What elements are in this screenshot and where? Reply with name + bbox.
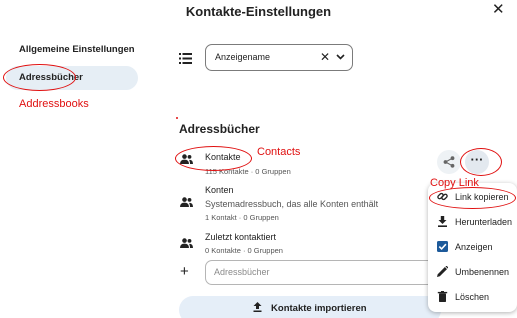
- annotation-contacts: Contacts: [257, 146, 301, 158]
- menu-label: Löschen: [455, 292, 490, 302]
- dialog-title: Kontakte-Einstellungen: [185, 4, 332, 19]
- sort-select-value: Anzeigename: [215, 52, 271, 62]
- annotation-ring-addressbooks: [3, 64, 76, 91]
- import-contacts-button[interactable]: Kontakte importieren: [179, 296, 441, 318]
- checkbox-checked-icon: [437, 241, 448, 252]
- close-icon[interactable]: ✕: [492, 2, 505, 18]
- sort-select[interactable]: Anzeigename ✕: [205, 44, 353, 71]
- download-icon: [438, 216, 447, 227]
- menu-item-rename[interactable]: Umbenennen: [428, 260, 517, 284]
- group-icon: [180, 238, 193, 248]
- new-addressbook-input[interactable]: Adressbücher: [205, 260, 437, 285]
- share-button[interactable]: [437, 150, 461, 174]
- annotation-ring-copy-link: [429, 187, 516, 209]
- plus-icon[interactable]: +: [180, 263, 189, 280]
- clear-icon[interactable]: ✕: [320, 45, 330, 70]
- share-icon: [443, 156, 455, 168]
- menu-label: Umbenennen: [455, 267, 510, 277]
- nav-general-settings[interactable]: Allgemeine Einstellungen: [6, 38, 138, 62]
- book-name[interactable]: Konten: [205, 185, 234, 195]
- menu-item-delete[interactable]: Löschen: [428, 285, 517, 309]
- section-title: Adressbücher: [179, 122, 260, 136]
- book-name[interactable]: Zuletzt kontaktiert: [205, 232, 276, 242]
- annotation-addressbooks: Addressbooks: [19, 98, 89, 110]
- menu-label: Anzeigen: [455, 242, 493, 252]
- annotation-ring-more: [460, 148, 502, 176]
- import-button-label: Kontakte importieren: [271, 303, 367, 314]
- menu-item-show[interactable]: Anzeigen: [428, 235, 517, 259]
- upload-icon: [253, 302, 262, 312]
- menu-label: Herunterladen: [455, 217, 513, 227]
- book-meta: 1 Kontakt · 0 Gruppen: [205, 213, 279, 222]
- trash-icon: [437, 291, 448, 302]
- pencil-icon: [437, 266, 448, 277]
- book-description: Systemadressbuch, das alle Konten enthäl…: [205, 199, 379, 209]
- annotation-ring-contacts: [175, 146, 252, 171]
- menu-item-download[interactable]: Herunterladen: [428, 210, 517, 234]
- chevron-down-icon[interactable]: [336, 54, 345, 60]
- book-meta: 0 Kontakte · 0 Gruppen: [205, 246, 283, 255]
- group-icon: [180, 197, 193, 207]
- annotation-dot: [176, 117, 178, 119]
- list-icon: [179, 51, 192, 64]
